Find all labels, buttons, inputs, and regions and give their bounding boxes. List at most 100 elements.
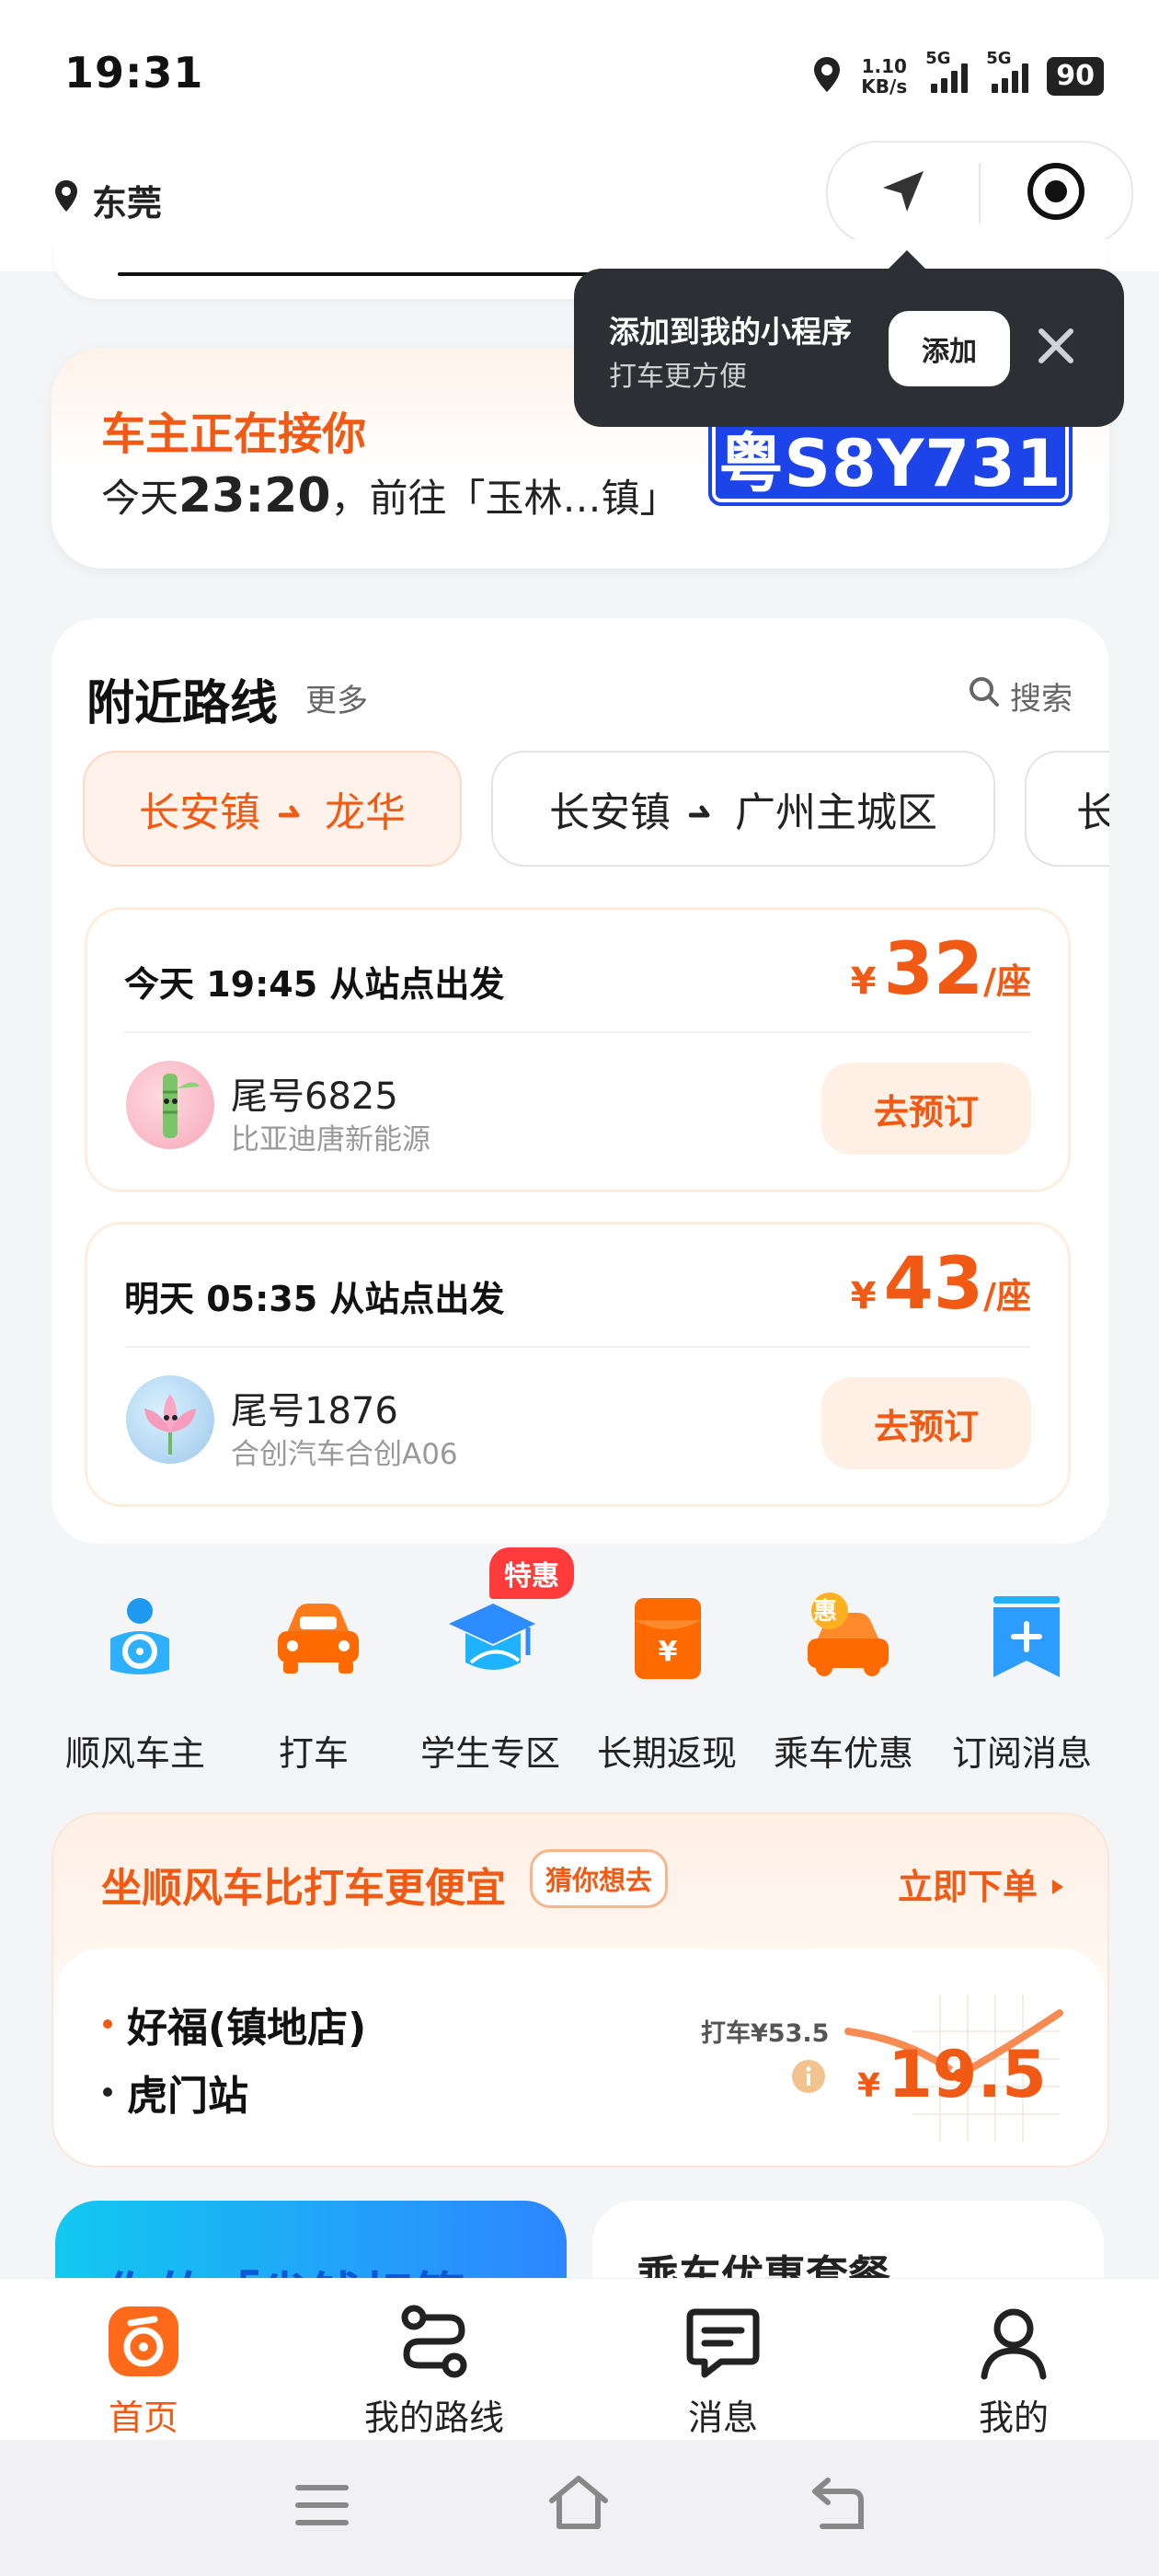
driver-status-title: 车主正在接你 — [101, 408, 367, 460]
more-link[interactable]: 更多 — [305, 675, 368, 720]
add-miniprogram-tooltip: 添加到我的小程序 打车更方便 添加 — [574, 250, 1124, 427]
miniprogram-capsule — [826, 141, 1133, 246]
driver-avatar — [126, 1061, 214, 1149]
close-tooltip-button[interactable] — [1030, 322, 1082, 374]
quick-action-cashback[interactable]: ¥ 长期返现 — [580, 1587, 754, 1776]
tooltip-title: 添加到我的小程序 — [609, 314, 852, 350]
back-icon[interactable] — [809, 2477, 866, 2536]
origin-dot — [103, 2019, 112, 2029]
driver-plate-tail: 尾号6825 — [231, 1075, 398, 1118]
lotus-avatar-icon — [144, 1394, 196, 1455]
route-arrow-icon — [278, 786, 306, 833]
currency-symbol: ¥ — [850, 1275, 877, 1317]
trip-card[interactable]: 明天 05:35 从站点出发 ¥ 43 /座 尾号1876 合创汽车合创A06 … — [85, 1222, 1071, 1507]
route-destination: 虎门站 — [103, 2063, 248, 2122]
quick-action-label: 学生专区 — [419, 1733, 560, 1774]
status-icons: 1.10 KB/s 5G 5G 90 — [811, 49, 1104, 99]
price-value: 32 — [883, 928, 984, 1011]
promo-card[interactable]: 坐顺风车比打车更便宜 猜你想去 立即下单 好福(镇地店) 虎门站 打车¥53.5… — [52, 1812, 1109, 2168]
route-origin: 好福(镇地店) — [103, 1995, 366, 2053]
svg-text:¥: ¥ — [659, 1636, 678, 1668]
price-unit: /座 — [983, 961, 1031, 1002]
tab-messages[interactable]: 消息 — [622, 2301, 824, 2440]
tab-label: 我的路线 — [363, 2398, 504, 2438]
car-model: 合创汽车合创A06 — [231, 1438, 458, 1471]
steering-wheel-icon — [85, 1587, 186, 1688]
net-speed-value: 1.10 — [861, 55, 907, 77]
route-chip-changan-guangzhou[interactable]: 长安镇 广州主城区 — [491, 751, 995, 867]
trip-departure: 明天 05:35 从站点出发 — [124, 1279, 505, 1319]
nearby-routes-card: 附近路线 更多 搜索 长安镇 龙华 长安镇 广州主城区 长 今天 19:45 从… — [52, 618, 1109, 1544]
bamboo-avatar-icon — [163, 1074, 200, 1138]
trip-time: 23:20 — [178, 468, 331, 523]
route-to: 广州主城区 — [735, 789, 937, 836]
profile-icon — [912, 2301, 1115, 2382]
battery-indicator: 90 — [1047, 57, 1104, 96]
quick-action-label: 乘车优惠 — [773, 1733, 913, 1774]
close-miniprogram-button[interactable] — [981, 143, 1131, 244]
quick-action-label: 打车 — [278, 1733, 349, 1774]
quick-action-driver[interactable]: 顺风车主 — [48, 1587, 223, 1776]
car-model: 比亚迪唐新能源 — [231, 1123, 430, 1156]
search-button[interactable]: 搜索 — [968, 673, 1073, 719]
quick-action-taxi[interactable]: 打车 — [226, 1587, 401, 1776]
route-icon — [333, 2301, 535, 2382]
quick-action-label: 订阅消息 — [951, 1733, 1092, 1774]
city-name: 东莞 — [92, 183, 163, 224]
info-icon[interactable] — [791, 2059, 826, 2098]
signal-label: 5G — [925, 49, 951, 68]
promo-title: 坐顺风车比打车更便宜 — [101, 1865, 506, 1912]
status-time: 19:31 — [64, 48, 204, 98]
book-button[interactable]: 去预订 — [821, 1063, 1031, 1155]
driver-trip-info: 今天 23:20 ，前往「玉林…镇」 — [101, 467, 679, 523]
tab-home[interactable]: 首页 — [42, 2301, 245, 2440]
bottom-tab-bar: 首页 我的路线 消息 我的 — [0, 2278, 1159, 2441]
discount-car-icon: 惠 — [793, 1587, 894, 1688]
trip-day: 今天 — [101, 476, 179, 521]
discount-mark: 惠 — [813, 1598, 838, 1626]
route-chip-partial[interactable]: 长 — [1025, 751, 1109, 867]
driver-plate-tail: 尾号1876 — [231, 1390, 398, 1432]
divider — [124, 1346, 1031, 1348]
network-speed: 1.10 KB/s — [861, 56, 907, 97]
city-selector[interactable]: 东莞 — [53, 175, 162, 225]
route-from: 长安镇 — [549, 789, 671, 836]
home-icon — [42, 2301, 245, 2382]
signal-icon: 5G — [986, 49, 1029, 93]
location-pin-icon — [811, 55, 843, 98]
tab-label: 我的 — [978, 2398, 1049, 2438]
quick-action-student[interactable]: 学生专区 — [403, 1587, 578, 1776]
close-icon — [1036, 326, 1076, 370]
tab-my-routes[interactable]: 我的路线 — [333, 2301, 535, 2440]
tab-profile[interactable]: 我的 — [912, 2301, 1115, 2440]
book-button[interactable]: 去预订 — [821, 1377, 1031, 1469]
graduation-cap-icon — [440, 1587, 541, 1688]
red-envelope-icon: ¥ — [616, 1587, 717, 1688]
quick-action-subscribe[interactable]: 订阅消息 — [935, 1587, 1109, 1776]
price-unit: /座 — [983, 1276, 1031, 1317]
divider — [124, 1031, 1031, 1033]
menu-icon[interactable] — [294, 2482, 350, 2532]
target-circle-icon — [1026, 161, 1086, 225]
quick-action-label: 顺风车主 — [64, 1733, 205, 1774]
home-nav-icon[interactable] — [546, 2473, 611, 2536]
play-arrow-icon — [1050, 1864, 1065, 1904]
signal-label: 5G — [986, 49, 1012, 68]
order-now-button[interactable]: 立即下单 — [898, 1858, 1065, 1909]
locate-button[interactable] — [828, 143, 979, 244]
currency-symbol: ¥ — [850, 960, 877, 1003]
route-to: 龙华 — [325, 789, 406, 836]
net-speed-unit: KB/s — [861, 75, 908, 98]
trip-destination: ，前往「玉林…镇」 — [330, 476, 679, 521]
route-chip-changan-longhua[interactable]: 长安镇 龙华 — [83, 751, 462, 867]
route-arrow-icon — [688, 786, 717, 833]
promo-tag: 猜你想去 — [530, 1849, 669, 1908]
taxi-price: 打车¥53.5 — [701, 2019, 830, 2048]
quick-action-ride-discount[interactable]: 惠 乘车优惠 — [756, 1587, 931, 1776]
add-button[interactable]: 添加 — [889, 311, 1010, 386]
trip-card[interactable]: 今天 19:45 从站点出发 ¥ 32 /座 尾号6825 比亚迪唐新能源 去预… — [85, 907, 1071, 1192]
subscribe-icon — [971, 1587, 1073, 1688]
quick-action-label: 长期返现 — [596, 1733, 737, 1774]
route-from: 长 — [1076, 779, 1109, 838]
order-now-label: 立即下单 — [897, 1867, 1038, 1907]
